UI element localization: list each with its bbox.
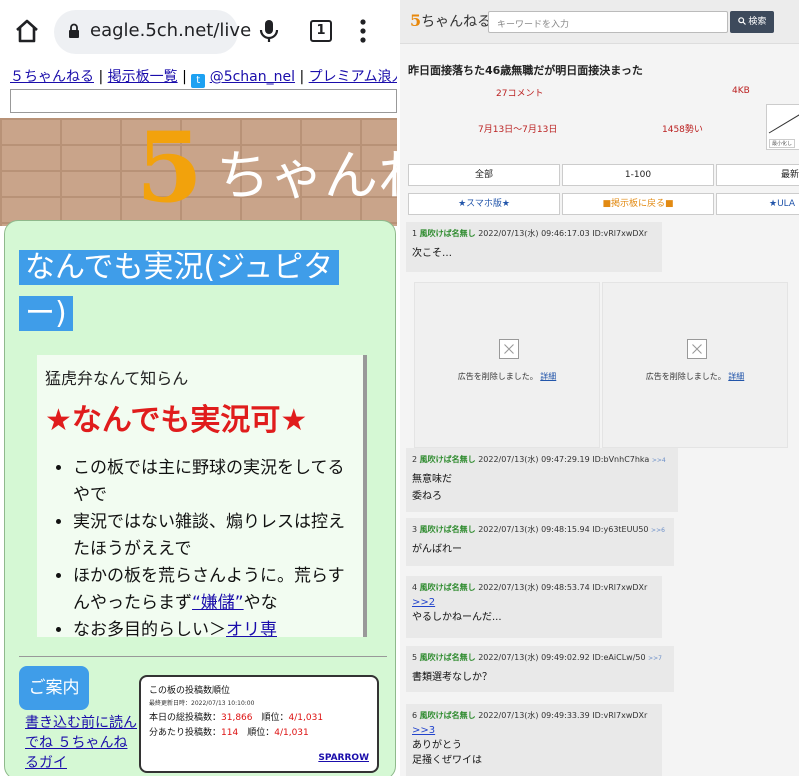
nav-smartphone[interactable]: ★スマホ版★ bbox=[408, 193, 560, 215]
board-area: なんでも実況(ジュピター) 猛虎弁なんて知らん ★なんでも実況可★ この板では主… bbox=[0, 220, 397, 776]
post-header: 5 風吹けば名無し 2022/07/13(水) 09:49:02.92 ID:e… bbox=[412, 653, 662, 662]
thread-dates: 7月13日〜7月13日 bbox=[478, 125, 558, 135]
comment-count: 27コメント bbox=[496, 89, 544, 99]
mobile-browser-pane: eagle.5ch.net/live 1 ５ちゃんねる | 掲示板一覧 | t … bbox=[0, 0, 397, 776]
post-item: 5 風吹けば名無し 2022/07/13(水) 09:49:02.92 ID:e… bbox=[406, 646, 674, 692]
link-board-list[interactable]: 掲示板一覧 bbox=[108, 69, 178, 85]
browser-toolbar: eagle.5ch.net/live 1 bbox=[0, 0, 397, 62]
separator: | bbox=[98, 69, 104, 85]
separator: | bbox=[299, 69, 305, 85]
twitter-icon: t bbox=[191, 74, 206, 88]
ad-removed-text: 広告を削除しました。 詳細 bbox=[645, 372, 745, 381]
board-title: なんでも実況(ジュピター) bbox=[19, 245, 375, 339]
stats-title: この板の投稿数順位 bbox=[149, 686, 231, 696]
reply-ref-link[interactable]: >>4 bbox=[652, 457, 666, 464]
stats-updated: 最終更新日時：2022/07/13 10:10:00 bbox=[149, 700, 255, 707]
lock-icon bbox=[69, 23, 79, 38]
post-body: >>2 やるしかねーんだ... bbox=[412, 597, 502, 623]
nav-back-to-board[interactable]: ■掲示板に戻る■ bbox=[562, 193, 714, 215]
board-search-input[interactable] bbox=[10, 89, 397, 113]
post-item: 3 風吹けば名無し 2022/07/13(水) 09:48:15.94 ID:y… bbox=[406, 518, 674, 566]
tab-switcher-icon[interactable]: 1 bbox=[310, 20, 332, 42]
link-orisen[interactable]: オリ専 bbox=[226, 620, 277, 637]
rule-item: 実況ではない雑談、煽りレスは控えたほうがええで bbox=[73, 509, 361, 563]
stats-per-minute-row: 分あたり投稿数：114 順位：4/1,031 bbox=[149, 728, 309, 738]
anchor-link[interactable]: >>3 bbox=[412, 725, 435, 736]
thread-momentum: 1458勢い bbox=[662, 125, 703, 135]
removed-ad-icon bbox=[687, 339, 707, 359]
thread-title: 昨日面接落ちた46歳無職だが明日面接決まった bbox=[408, 64, 643, 77]
removed-ad-icon bbox=[499, 339, 519, 359]
board-rules: 猛虎弁なんて知らん ★なんでも実況可★ この板では主に野球の実況をしてるやで 実… bbox=[37, 355, 367, 637]
thread-size: 4KB bbox=[732, 86, 750, 96]
guide-button[interactable]: ご案内 bbox=[19, 666, 89, 710]
post-header: 1 風吹けば名無し 2022/07/13(水) 09:46:17.03 ID:v… bbox=[412, 229, 648, 238]
site-banner: 5 ちゃんね bbox=[0, 118, 397, 226]
url-text: eagle.5ch.net/live bbox=[90, 20, 252, 41]
sparrow-link[interactable]: SPARROW bbox=[318, 753, 369, 763]
nav-latest[interactable]: 最新5 bbox=[716, 164, 799, 186]
link-premium[interactable]: プレミアム浪人 bbox=[309, 69, 397, 85]
post-header: 6 風吹けば名無し 2022/07/13(水) 09:49:33.39 ID:v… bbox=[412, 711, 648, 720]
graph-line bbox=[768, 114, 799, 134]
reply-ref-link[interactable]: >>6 bbox=[651, 527, 665, 534]
board-header-box: なんでも実況(ジュピター) 猛虎弁なんて知らん ★なんでも実況可★ この板では主… bbox=[4, 220, 396, 776]
post-header: 2 風吹けば名無し 2022/07/13(水) 09:47:29.19 ID:b… bbox=[412, 455, 666, 464]
microphone-icon[interactable] bbox=[258, 18, 280, 44]
guide-link[interactable]: 書き込む前に読んでね ５ちゃんねるガイ bbox=[25, 713, 137, 773]
site-header: 5ちゃんねる キーワードを入力 検索 bbox=[400, 0, 799, 44]
home-icon[interactable] bbox=[14, 18, 40, 44]
separator: | bbox=[182, 69, 187, 85]
divider bbox=[19, 656, 387, 657]
site-logo[interactable]: 5ちゃんねる bbox=[410, 11, 491, 31]
rule-item: なお多目的らしい＞オリ専 bbox=[73, 617, 361, 637]
nav-1-100[interactable]: 1-100 bbox=[562, 164, 714, 186]
search-button[interactable]: 検索 bbox=[730, 11, 774, 33]
post-header: 3 風吹けば名無し 2022/07/13(水) 09:48:15.94 ID:y… bbox=[412, 525, 665, 534]
keyword-search-input[interactable]: キーワードを入力 bbox=[488, 11, 728, 33]
banner-logo-text: ちゃんね bbox=[216, 144, 397, 207]
banner-logo-number: 5 bbox=[136, 111, 203, 224]
link-5ch-home[interactable]: ５ちゃんねる bbox=[10, 69, 94, 85]
ad-removed-text: 広告を削除しました。 詳細 bbox=[457, 372, 557, 381]
rules-list: この板では主に野球の実況をしてるやで 実況ではない雑談、煽りレスは控えたほうがえ… bbox=[73, 455, 361, 637]
rules-subtitle: 猛虎弁なんて知らん bbox=[45, 369, 189, 388]
rule-item: ほかの板を荒らさんように。荒らすんやったらまず“嫌儲”やな bbox=[73, 563, 361, 617]
rule-item: この板では主に野球の実況をしてるやで bbox=[73, 455, 361, 509]
post-body: >>3 ありがとう 足掻くぜワイは bbox=[412, 725, 482, 766]
nav-all[interactable]: 全部 bbox=[408, 164, 560, 186]
post-body: 次こそ… bbox=[412, 248, 452, 259]
anchor-link[interactable]: >>2 bbox=[412, 597, 435, 608]
stats-total-row: 本日の総投稿数：31,866 順位：4/1,031 bbox=[149, 713, 324, 723]
ad-slot: 広告を削除しました。 詳細 bbox=[602, 282, 788, 448]
post-body: 書類選考なしか？ bbox=[412, 672, 492, 683]
link-kenmo[interactable]: “嫌儲” bbox=[192, 593, 244, 613]
graph-caption[interactable]: 最小化し bbox=[769, 139, 796, 148]
post-item: 4 風吹けば名無し 2022/07/13(水) 09:48:53.74 ID:v… bbox=[406, 576, 662, 638]
search-icon bbox=[737, 17, 746, 25]
post-header: 4 風吹けば名無し 2022/07/13(水) 09:48:53.74 ID:v… bbox=[412, 583, 648, 592]
ad-detail-link[interactable]: 詳細 bbox=[728, 372, 744, 381]
more-menu-icon[interactable] bbox=[360, 18, 366, 44]
address-bar[interactable]: eagle.5ch.net/live bbox=[54, 10, 251, 54]
post-body: がんばれー bbox=[412, 544, 462, 555]
top-link-bar: ５ちゃんねる | 掲示板一覧 | t @5chan_nel | プレミアム浪人 bbox=[10, 66, 397, 88]
ad-slot: 広告を削除しました。 詳細 bbox=[414, 282, 600, 448]
ad-detail-link[interactable]: 詳細 bbox=[540, 372, 556, 381]
post-item: 2 風吹けば名無し 2022/07/13(水) 09:47:29.19 ID:b… bbox=[406, 448, 678, 512]
reply-ref-link[interactable]: >>7 bbox=[648, 655, 662, 662]
post-stats-box: この板の投稿数順位 最終更新日時：2022/07/13 10:10:00 本日の… bbox=[139, 675, 379, 773]
link-twitter[interactable]: @5chan_nel bbox=[210, 69, 295, 85]
post-item: 6 風吹けば名無し 2022/07/13(水) 09:49:33.39 ID:v… bbox=[406, 704, 662, 776]
thread-view-pane: 5ちゃんねる キーワードを入力 検索 昨日面接落ちた46歳無職だが明日面接決まっ… bbox=[400, 0, 799, 776]
momentum-graph: 最小化し bbox=[766, 104, 799, 150]
rules-headline: ★なんでも実況可★ bbox=[45, 403, 308, 438]
nav-ula[interactable]: ★ULA bbox=[716, 193, 799, 215]
post-body: 無意味だ 委ねろ bbox=[412, 474, 452, 502]
post-item: 1 風吹けば名無し 2022/07/13(水) 09:46:17.03 ID:v… bbox=[406, 222, 662, 272]
